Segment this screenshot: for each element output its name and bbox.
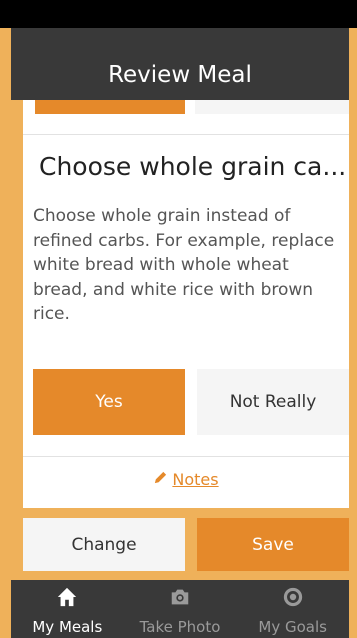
change-button[interactable]: Change bbox=[23, 518, 185, 571]
previous-tip-answers bbox=[23, 100, 349, 114]
notes-divider bbox=[23, 456, 349, 457]
pencil-icon bbox=[153, 470, 168, 489]
tab-take-photo[interactable]: Take Photo bbox=[124, 580, 237, 638]
card-divider bbox=[23, 134, 349, 135]
target-icon bbox=[282, 586, 304, 612]
tab-bar: My Meals Take Photo My Goals bbox=[11, 580, 349, 638]
notes-link[interactable]: Notes bbox=[23, 470, 349, 489]
camera-icon bbox=[169, 586, 191, 612]
tab-label: My Goals bbox=[258, 618, 327, 636]
save-button[interactable]: Save bbox=[197, 518, 349, 571]
tab-my-goals[interactable]: My Goals bbox=[236, 580, 349, 638]
tab-my-meals[interactable]: My Meals bbox=[11, 580, 124, 638]
tip-description: Choose whole grain instead of refined ca… bbox=[33, 206, 335, 324]
home-icon bbox=[56, 586, 78, 612]
tip-card: Choose whole grain ca... Choose whole gr… bbox=[23, 100, 349, 508]
previous-not-really-button[interactable] bbox=[195, 100, 349, 114]
tip-title: Choose whole grain ca... bbox=[39, 152, 347, 181]
content-area[interactable]: Choose whole grain ca... Choose whole gr… bbox=[11, 100, 349, 510]
yes-button[interactable]: Yes bbox=[33, 369, 185, 435]
previous-yes-button[interactable] bbox=[35, 100, 185, 114]
not-really-button[interactable]: Not Really bbox=[197, 369, 349, 435]
notes-label: Notes bbox=[172, 470, 219, 489]
header-bar: Review Meal bbox=[11, 28, 349, 100]
right-edge-strip bbox=[349, 28, 357, 583]
status-bar bbox=[0, 0, 357, 28]
left-edge-strip bbox=[0, 28, 11, 583]
page-title: Review Meal bbox=[108, 62, 252, 88]
tab-label: My Meals bbox=[32, 618, 103, 636]
action-bar: Change Save bbox=[11, 518, 349, 571]
tab-label: Take Photo bbox=[139, 618, 221, 636]
